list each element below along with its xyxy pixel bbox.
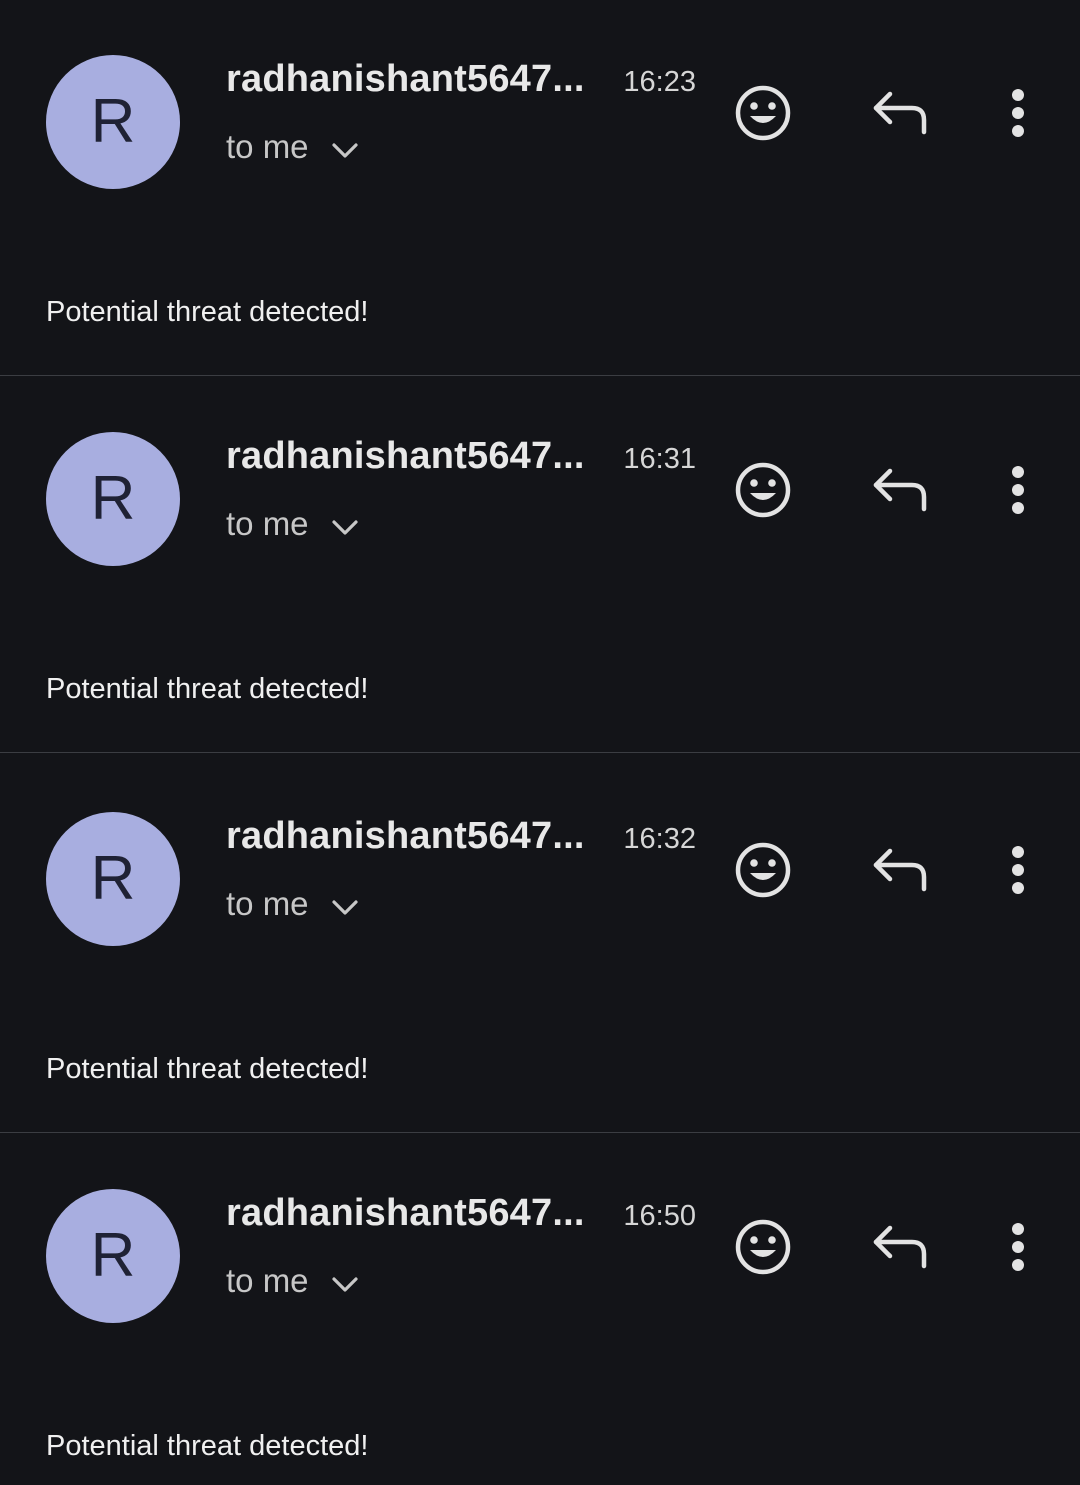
- message-time: 16:23: [623, 66, 696, 98]
- more-vert-icon: [1012, 1223, 1024, 1271]
- more-vert-icon: [1012, 466, 1024, 514]
- more-options-button[interactable]: [998, 82, 1038, 144]
- reply-button[interactable]: [868, 463, 932, 515]
- add-reaction-icon: [735, 85, 791, 141]
- sender-name[interactable]: radhanishant5647...: [226, 815, 585, 858]
- sender-name[interactable]: radhanishant5647...: [226, 58, 585, 101]
- divider: [0, 375, 1080, 376]
- divider: [0, 752, 1080, 753]
- message-body: Potential threat detected!: [46, 1430, 369, 1462]
- message-card[interactable]: R radhanishant5647... 16:32 to me Potent…: [0, 757, 1080, 1133]
- chevron-down-icon: [331, 143, 358, 158]
- reply-button[interactable]: [868, 843, 932, 895]
- message-card[interactable]: R radhanishant5647... 16:31 to me Potent…: [0, 377, 1080, 753]
- recipient-details-toggle[interactable]: to me: [226, 1262, 359, 1300]
- add-reaction-icon: [735, 1219, 791, 1275]
- message-card[interactable]: R radhanishant5647... 16:23 to me Potent…: [0, 0, 1080, 376]
- recipient-details-toggle[interactable]: to me: [226, 128, 359, 166]
- sender-name[interactable]: radhanishant5647...: [226, 435, 585, 478]
- chevron-down-icon: [331, 520, 358, 535]
- add-reaction-button[interactable]: [732, 459, 794, 521]
- message-card[interactable]: R radhanishant5647... 16:50 to me Potent…: [0, 1134, 1080, 1485]
- message-time: 16:50: [623, 1200, 696, 1232]
- reply-button[interactable]: [868, 86, 932, 138]
- reply-icon: [873, 848, 927, 892]
- message-time: 16:32: [623, 823, 696, 855]
- avatar[interactable]: R: [46, 432, 180, 566]
- message-body: Potential threat detected!: [46, 1053, 369, 1085]
- add-reaction-icon: [735, 842, 791, 898]
- reply-icon: [873, 91, 927, 135]
- message-body: Potential threat detected!: [46, 673, 369, 705]
- more-options-button[interactable]: [998, 839, 1038, 901]
- add-reaction-button[interactable]: [732, 839, 794, 901]
- recipient-label: to me: [226, 885, 309, 922]
- more-options-button[interactable]: [998, 459, 1038, 521]
- avatar[interactable]: R: [46, 55, 180, 189]
- sender-name[interactable]: radhanishant5647...: [226, 1192, 585, 1235]
- avatar[interactable]: R: [46, 1189, 180, 1323]
- email-thread: R radhanishant5647... 16:23 to me Potent…: [0, 0, 1080, 1485]
- message-time: 16:31: [623, 443, 696, 475]
- recipient-details-toggle[interactable]: to me: [226, 885, 359, 923]
- more-vert-icon: [1012, 846, 1024, 894]
- recipient-label: to me: [226, 505, 309, 542]
- add-reaction-button[interactable]: [732, 82, 794, 144]
- avatar-initial: R: [90, 844, 136, 913]
- more-vert-icon: [1012, 89, 1024, 137]
- add-reaction-icon: [735, 462, 791, 518]
- reply-icon: [873, 1225, 927, 1269]
- recipient-details-toggle[interactable]: to me: [226, 505, 359, 543]
- recipient-label: to me: [226, 128, 309, 165]
- avatar-initial: R: [90, 464, 136, 533]
- chevron-down-icon: [331, 900, 358, 915]
- avatar-initial: R: [90, 87, 136, 156]
- recipient-label: to me: [226, 1262, 309, 1299]
- avatar-initial: R: [90, 1221, 136, 1290]
- add-reaction-button[interactable]: [732, 1216, 794, 1278]
- avatar[interactable]: R: [46, 812, 180, 946]
- reply-button[interactable]: [868, 1220, 932, 1272]
- chevron-down-icon: [331, 1277, 358, 1292]
- divider: [0, 1132, 1080, 1133]
- message-body: Potential threat detected!: [46, 296, 369, 328]
- more-options-button[interactable]: [998, 1216, 1038, 1278]
- reply-icon: [873, 468, 927, 512]
